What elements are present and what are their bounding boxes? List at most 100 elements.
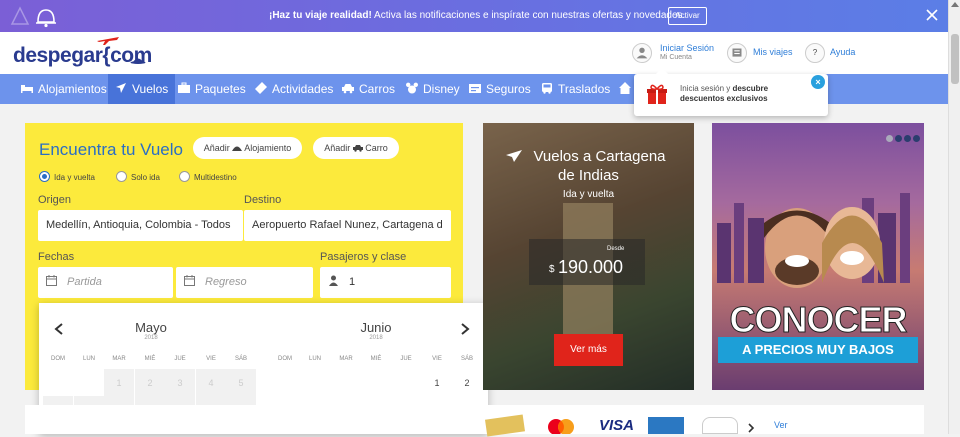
prev-month-icon[interactable] bbox=[54, 323, 64, 335]
may-dow-label: MAR bbox=[112, 356, 126, 362]
trips-icon[interactable] bbox=[727, 43, 747, 63]
may-dow-label: JUE bbox=[174, 356, 186, 362]
see-more-button[interactable]: Ver más bbox=[554, 334, 623, 366]
promo-conocer[interactable]: CONOCER A PRECIOS MUY BAJOS bbox=[712, 123, 924, 390]
my-trips-link[interactable]: Mis viajes bbox=[753, 47, 793, 57]
logo-plane-icon bbox=[97, 37, 119, 45]
may-dow-label: DOM bbox=[51, 356, 65, 362]
plane-icon bbox=[116, 83, 126, 93]
radio-round-trip-label: Ida y vuelta bbox=[54, 173, 95, 182]
nav-label-disney: Disney bbox=[423, 82, 460, 96]
scroll-up-icon[interactable] bbox=[951, 2, 959, 7]
origin-field[interactable]: Medellín, Antioquia, Colombia - Todos bbox=[38, 210, 243, 241]
june-dow-label: JUE bbox=[400, 356, 412, 362]
promo-cartagena[interactable]: Vuelos a Cartagena de Indias Ida y vuelt… bbox=[483, 123, 694, 390]
departure-placeholder: Partida bbox=[67, 276, 102, 288]
calendar-empty-cell bbox=[331, 369, 361, 397]
calendar-empty-cell bbox=[270, 369, 300, 397]
popup-text-plain: Inicia sesión y bbox=[680, 84, 733, 93]
radio-multi-destination[interactable]: Multidestino bbox=[179, 171, 237, 182]
may-dow-label: VIE bbox=[206, 356, 216, 362]
amex-icon bbox=[648, 417, 684, 434]
popup-text: Inicia sesión y descubre descuentos excl… bbox=[680, 84, 800, 104]
destination-label: Destino bbox=[244, 194, 282, 206]
mastercard-icon bbox=[548, 419, 574, 434]
add-lodging-word: Alojamiento bbox=[244, 143, 292, 153]
carousel-dot[interactable] bbox=[913, 135, 920, 142]
close-icon[interactable] bbox=[924, 7, 940, 23]
nav-item-carros[interactable]: Carros bbox=[342, 74, 395, 104]
month-may: Mayo bbox=[135, 320, 167, 335]
june-dow-label: SÁB bbox=[460, 356, 473, 362]
return-placeholder: Regreso bbox=[205, 276, 247, 288]
carousel-dot[interactable] bbox=[886, 135, 893, 142]
logo-brace-left: { bbox=[102, 44, 111, 67]
login-promo-popup: Inicia sesión y descubre descuentos excl… bbox=[634, 68, 828, 116]
calendar-empty-cell bbox=[300, 369, 330, 397]
calendar-empty-cell bbox=[74, 369, 104, 397]
user-icon[interactable] bbox=[632, 43, 652, 63]
notification-text: Activa las notificaciones e inspírate co… bbox=[374, 10, 686, 21]
calendar-day[interactable]: 2 bbox=[452, 369, 482, 397]
logo[interactable]: despegar{com bbox=[13, 37, 152, 68]
nav-item-disney[interactable]: Disney bbox=[406, 74, 460, 104]
radio-multi-label: Multidestino bbox=[194, 173, 237, 182]
passengers-field[interactable]: 1 bbox=[320, 267, 451, 298]
promo-headline: CONOCER bbox=[729, 299, 908, 341]
nav-label-traslados: Traslados bbox=[558, 82, 611, 96]
calendar-day[interactable]: 1 bbox=[422, 369, 452, 397]
calendar-day: 1 bbox=[104, 369, 134, 397]
radio-dot-multi bbox=[179, 171, 190, 182]
calendar-day: 2 bbox=[135, 369, 165, 397]
price-from: Desde bbox=[607, 246, 625, 252]
departure-date-field[interactable]: Partida bbox=[38, 267, 173, 298]
add-lodging-label: Añadir bbox=[203, 143, 230, 153]
couple-photo bbox=[764, 207, 884, 288]
add-car-button[interactable]: Añadir Carro bbox=[313, 137, 399, 159]
nav-label-paquetes: Paquetes bbox=[195, 82, 246, 96]
nav-item-actividades[interactable]: Actividades bbox=[255, 74, 333, 104]
promo-title-line1: Vuelos a Cartagena bbox=[533, 148, 666, 165]
destination-field[interactable]: Aeropuerto Rafael Nunez, Cartagena d bbox=[244, 210, 451, 241]
my-account-link[interactable]: Mi Cuenta bbox=[660, 54, 692, 61]
carousel-dot[interactable] bbox=[904, 135, 911, 142]
calendar-empty-cell bbox=[361, 369, 391, 397]
card-icon bbox=[485, 414, 525, 437]
next-month-icon[interactable] bbox=[460, 323, 470, 335]
year-june: 2018 bbox=[369, 335, 383, 341]
notification-bold: ¡Haz tu viaje realidad! bbox=[269, 10, 372, 21]
nav-item-paquetes[interactable]: Paquetes bbox=[178, 74, 246, 104]
activate-button[interactable]: Activar bbox=[668, 7, 707, 25]
nav-item-vuelos[interactable]: Vuelos bbox=[108, 74, 176, 104]
add-lodging-button[interactable]: Añadir Alojamiento bbox=[193, 137, 302, 159]
return-date-field[interactable]: Regreso bbox=[176, 267, 313, 298]
calendar-empty-cell bbox=[391, 369, 421, 397]
notification-bar: ¡Haz tu viaje realidad! Activa las notif… bbox=[0, 0, 948, 32]
login-link[interactable]: Iniciar Sesión bbox=[660, 43, 714, 53]
promo-title-line2: de Indias bbox=[558, 167, 619, 184]
nav-item-seguros[interactable]: Seguros bbox=[469, 74, 531, 104]
popup-close-icon[interactable]: × bbox=[811, 75, 825, 89]
promo-banner: A PRECIOS MUY BAJOS bbox=[718, 337, 918, 363]
carousel-dots[interactable] bbox=[884, 129, 920, 147]
scrollbar[interactable] bbox=[948, 0, 960, 434]
carousel-dot[interactable] bbox=[895, 135, 902, 142]
nav-item-alojamientos[interactable]: Alojamientos bbox=[21, 74, 107, 104]
car-icon bbox=[342, 84, 354, 94]
bus-icon bbox=[542, 83, 552, 94]
calendar-day: 5 bbox=[226, 369, 256, 397]
radio-round-trip[interactable]: Ida y vuelta bbox=[39, 171, 95, 182]
nav-label-actividades: Actividades bbox=[272, 82, 334, 96]
scrollbar-thumb[interactable] bbox=[951, 34, 959, 84]
help-icon[interactable]: ? bbox=[805, 43, 825, 63]
radio-one-way[interactable]: Solo ida bbox=[116, 171, 160, 182]
car-small-icon bbox=[352, 145, 363, 152]
bed-icon bbox=[21, 85, 33, 93]
nav-item-traslados[interactable]: Traslados bbox=[541, 74, 610, 104]
popup-arrow bbox=[656, 68, 668, 74]
see-more-payments-link[interactable]: Ver bbox=[774, 420, 788, 430]
help-link[interactable]: Ayuda bbox=[830, 47, 855, 57]
chevron-right-icon[interactable] bbox=[747, 423, 755, 433]
package-icon bbox=[178, 82, 190, 93]
price-value: 190.000 bbox=[558, 257, 624, 277]
